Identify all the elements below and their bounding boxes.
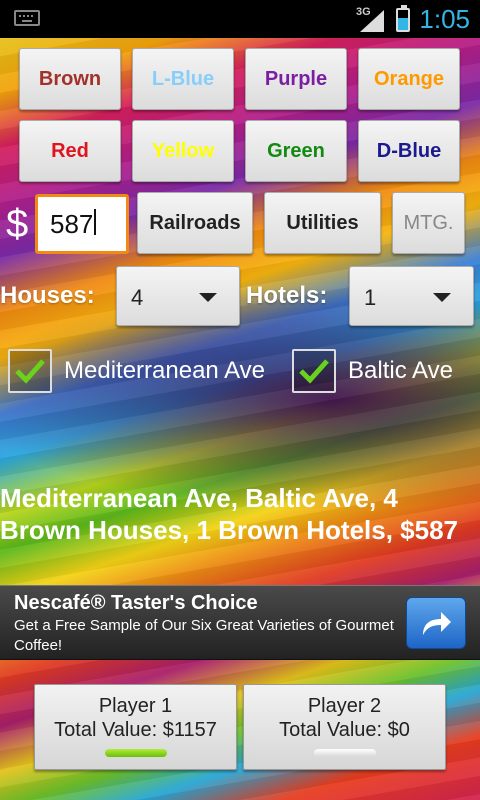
- red-button[interactable]: Red: [19, 120, 121, 182]
- brown-button-label: Brown: [38, 67, 102, 90]
- hotels-value: 1: [364, 285, 377, 310]
- active-indicator: [105, 749, 167, 757]
- inactive-indicator: [314, 749, 376, 757]
- player-name: Player 1: [98, 695, 173, 717]
- utilities-button[interactable]: Utilities: [264, 192, 381, 254]
- houses-label: Houses:: [0, 282, 95, 309]
- battery-charging-icon: [396, 5, 410, 32]
- houses-dropdown[interactable]: 4: [116, 266, 240, 326]
- transaction-summary: Mediterranean Ave, Baltic Ave, 4 Brown H…: [0, 483, 459, 545]
- light-blue-button-label: L-Blue: [151, 67, 215, 90]
- ad-title: Nescafé® Taster's Choice: [14, 592, 258, 614]
- checkmark-icon: [299, 359, 329, 384]
- purple-button[interactable]: Purple: [245, 48, 347, 110]
- orange-button-label: Orange: [373, 67, 445, 90]
- yellow-button-label: Yellow: [151, 139, 215, 162]
- railroads-button-label: Railroads: [149, 211, 241, 234]
- houses-value: 4: [131, 285, 144, 310]
- hotels-dropdown[interactable]: 1: [349, 266, 474, 326]
- player-total: Total Value: $0: [279, 719, 410, 741]
- amount-input[interactable]: 587: [35, 194, 129, 254]
- property-checkbox-mediterranean[interactable]: Mediterranean Ave: [8, 349, 265, 393]
- checkbox[interactable]: [292, 349, 336, 393]
- property-label: Baltic Ave: [348, 357, 453, 384]
- property-checkbox-baltic[interactable]: Baltic Ave: [292, 349, 453, 393]
- ad-body: Get a Free Sample of Our Six Great Varie…: [14, 617, 394, 654]
- keyboard-icon: [14, 10, 40, 26]
- dark-blue-button-label: D-Blue: [376, 139, 442, 162]
- hotels-label: Hotels:: [246, 282, 328, 309]
- green-button[interactable]: Green: [245, 120, 347, 182]
- dark-blue-button[interactable]: D-Blue: [358, 120, 460, 182]
- light-blue-button[interactable]: L-Blue: [132, 48, 234, 110]
- brown-button[interactable]: Brown: [19, 48, 121, 110]
- red-button-label: Red: [51, 139, 89, 162]
- chevron-down-icon: [433, 293, 451, 302]
- checkmark-icon: [15, 359, 45, 384]
- signal-icon: [360, 10, 384, 32]
- ad-banner[interactable]: Nescafé® Taster's Choice Get a Free Samp…: [0, 585, 480, 660]
- utilities-button-label: Utilities: [286, 211, 359, 234]
- player-name: Player 2: [307, 695, 382, 717]
- player-2-button[interactable]: Player 2 Total Value: $0: [243, 684, 446, 770]
- mortgage-button-label: MTG.: [403, 211, 454, 234]
- green-button-label: Green: [267, 139, 325, 162]
- player-1-button[interactable]: Player 1 Total Value: $1157: [34, 684, 237, 770]
- status-bar: 3G 1:05: [0, 0, 480, 38]
- mortgage-button[interactable]: MTG.: [392, 192, 465, 254]
- railroads-button[interactable]: Railroads: [137, 192, 253, 254]
- property-label: Mediterranean Ave: [64, 357, 266, 384]
- ad-action-button[interactable]: [406, 597, 466, 649]
- checkbox[interactable]: [8, 349, 52, 393]
- currency-symbol: $: [6, 202, 29, 246]
- player-total: Total Value: $1157: [54, 719, 217, 741]
- chevron-down-icon: [199, 293, 217, 302]
- clock: 1:05: [419, 4, 470, 34]
- purple-button-label: Purple: [264, 67, 328, 90]
- share-arrow-icon: [423, 612, 451, 635]
- yellow-button[interactable]: Yellow: [132, 120, 234, 182]
- orange-button[interactable]: Orange: [358, 48, 460, 110]
